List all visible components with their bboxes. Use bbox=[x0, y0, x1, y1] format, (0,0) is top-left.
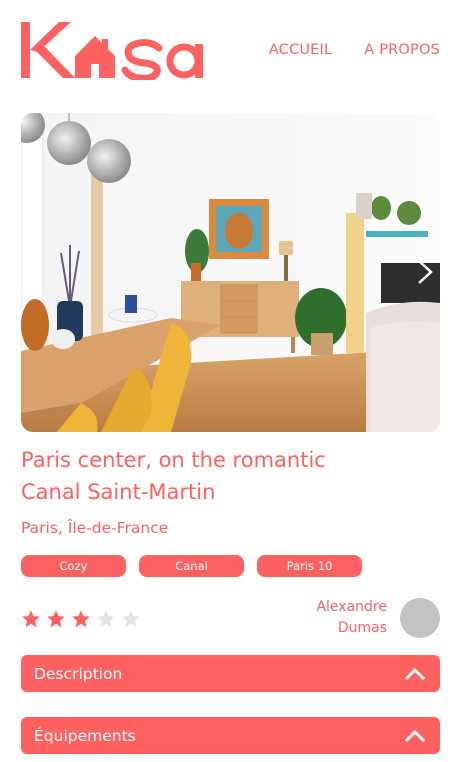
header: ACCUEIL A PROPOS bbox=[21, 20, 440, 80]
star-icon bbox=[72, 610, 90, 628]
tag: Canal bbox=[139, 555, 244, 577]
kasa-logo[interactable] bbox=[21, 20, 205, 80]
collapse-description[interactable]: Description bbox=[21, 655, 440, 692]
photo-carousel bbox=[21, 113, 440, 432]
listing-location: Paris, Île-de-France bbox=[21, 519, 169, 537]
star-icon bbox=[47, 610, 65, 628]
collapse-equipements[interactable]: Équipements bbox=[21, 717, 440, 754]
chevron-up-icon[interactable] bbox=[404, 729, 426, 743]
tag: Paris 10 bbox=[257, 555, 362, 577]
collapse-equipements-label: Équipements bbox=[34, 726, 136, 745]
star-icon bbox=[97, 610, 115, 628]
nav-link-accueil[interactable]: ACCUEIL bbox=[269, 42, 332, 58]
main-nav: ACCUEIL A PROPOS bbox=[269, 42, 440, 58]
host-name: Alexandre Dumas bbox=[316, 597, 387, 639]
rating-stars bbox=[21, 609, 141, 629]
chevron-left-icon[interactable] bbox=[25, 259, 47, 285]
star-icon bbox=[22, 610, 40, 628]
listing-photo bbox=[21, 113, 440, 432]
collapse-description-label: Description bbox=[34, 664, 123, 683]
listing-title: Paris center, on the romantic Canal Sain… bbox=[21, 448, 326, 504]
star-icon bbox=[122, 610, 140, 628]
host-last-name: Dumas bbox=[337, 620, 387, 636]
host-first-name: Alexandre bbox=[316, 599, 387, 615]
chevron-up-icon[interactable] bbox=[404, 667, 426, 681]
host-avatar bbox=[400, 598, 440, 638]
chevron-right-icon[interactable] bbox=[414, 259, 436, 285]
host-info: Alexandre Dumas bbox=[316, 597, 440, 639]
tag-list: Cozy Canal Paris 10 bbox=[21, 555, 362, 577]
tag: Cozy bbox=[21, 555, 126, 577]
nav-link-a-propos[interactable]: A PROPOS bbox=[364, 42, 440, 58]
